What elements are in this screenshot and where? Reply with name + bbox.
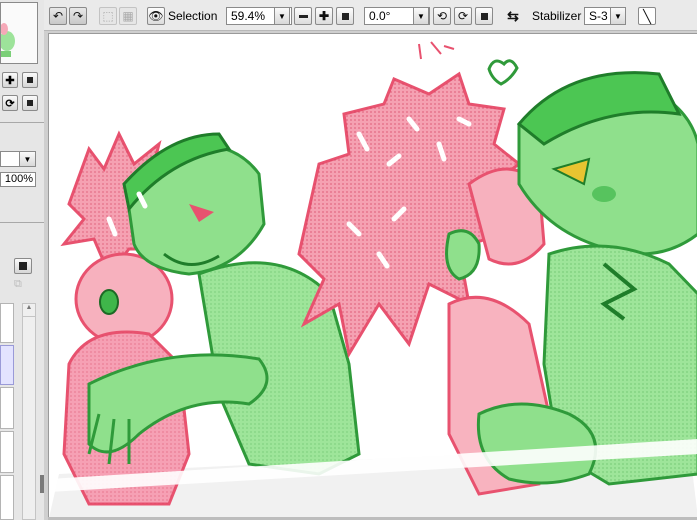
redo-button[interactable]: ↷	[69, 7, 87, 25]
blend-mode-select[interactable]: ▼	[0, 151, 36, 167]
chevron-down-icon[interactable]: ▼	[610, 7, 626, 25]
zoom-in-button[interactable]: ✚	[2, 72, 18, 88]
undo-icon: ↶	[52, 9, 64, 23]
rotate-right-button[interactable]: ⟳	[454, 7, 472, 25]
zoom-reset-button[interactable]	[336, 7, 354, 25]
plus-icon: ✚	[5, 74, 15, 87]
square-icon	[27, 100, 33, 106]
panel-divider	[0, 222, 44, 223]
chevron-down-icon[interactable]: ▼	[274, 7, 290, 25]
left-panel: ✚ ⟳ ▼ 100% ⧉ ▲	[0, 0, 45, 520]
minus-icon	[298, 14, 308, 18]
rotate-icon: ⟳	[5, 97, 15, 110]
drawing-canvas[interactable]	[48, 33, 697, 518]
layer-link-icon: ⧉	[14, 278, 22, 290]
deselect-icon: ⬚	[102, 9, 114, 23]
stabilizer-label: Stabilizer	[532, 9, 582, 23]
scroll-up-arrow[interactable]: ▲	[23, 304, 35, 317]
layer-row[interactable]	[0, 303, 14, 343]
zoom-out-button[interactable]	[294, 7, 312, 25]
square-icon	[341, 12, 349, 20]
square-icon	[27, 77, 33, 83]
flip-horizontal-icon: ⇆	[507, 8, 519, 24]
stabilizer-value: S-3	[589, 9, 608, 23]
pen-pressure-button[interactable]: ╲	[638, 7, 656, 25]
layer-scrollbar[interactable]: ▲	[22, 303, 36, 520]
invert-selection-button[interactable]: ▦	[119, 7, 137, 25]
rotate-left-button[interactable]: ⟲	[433, 7, 451, 25]
flip-horizontal-button[interactable]: ⇆	[504, 7, 522, 25]
rotation-value: 0.0°	[369, 9, 391, 23]
layer-row[interactable]	[0, 387, 14, 429]
rotate-reset-button[interactable]	[22, 95, 38, 111]
rotate-button[interactable]: ⟳	[2, 95, 18, 111]
rotate-right-icon: ⟳	[457, 9, 469, 23]
record-icon	[19, 262, 27, 270]
deselect-button[interactable]: ⬚	[99, 7, 117, 25]
eye-icon: 👁	[148, 9, 164, 23]
chevron-down-icon: ▼	[19, 152, 35, 166]
pen-stroke-icon: ╲	[643, 8, 651, 24]
redo-icon: ↷	[72, 9, 84, 23]
selection-label: Selection	[168, 9, 218, 23]
layer-visibility-button[interactable]	[14, 258, 32, 274]
panel-divider	[0, 122, 44, 123]
plus-icon: ✚	[318, 9, 330, 23]
chevron-down-icon[interactable]: ▼	[413, 7, 429, 25]
zoom-in-button[interactable]: ✚	[315, 7, 333, 25]
navigator-thumbnail[interactable]	[0, 2, 38, 64]
rotate-reset-button[interactable]	[475, 7, 493, 25]
layer-row[interactable]	[0, 431, 14, 473]
zoom-value: 59.4%	[231, 9, 266, 23]
layer-opacity-field[interactable]: 100%	[0, 172, 36, 187]
zoom-reset-button[interactable]	[22, 72, 38, 88]
square-icon	[480, 12, 488, 20]
canvas-area	[44, 31, 697, 520]
selection-visibility-button[interactable]: 👁	[147, 7, 165, 25]
main-toolbar: ↶ ↷ ⬚ ▦ 👁 Selection 59.4% ▼ ✚ 0.0° ▼ ⟲ ⟳…	[44, 0, 697, 31]
layer-row[interactable]	[0, 475, 14, 520]
undo-button[interactable]: ↶	[49, 7, 67, 25]
rotate-left-icon: ⟲	[436, 9, 448, 23]
artwork	[49, 34, 697, 518]
layer-row-selected[interactable]	[0, 345, 14, 385]
invert-selection-icon: ▦	[122, 9, 134, 23]
